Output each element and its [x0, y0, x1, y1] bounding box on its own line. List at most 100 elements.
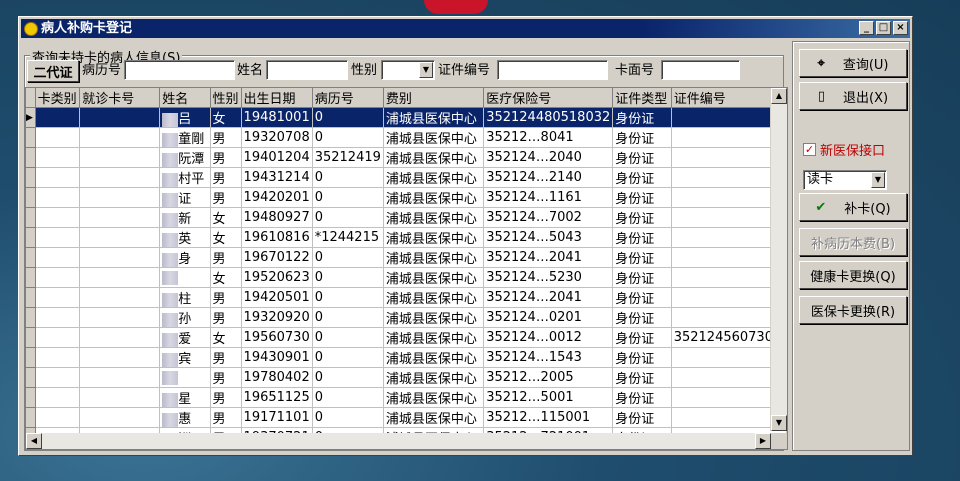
binoculars-icon: ⌖: [817, 55, 825, 71]
cell-text: 352124…0201: [486, 310, 582, 325]
exit-button[interactable]: ▯ 退出(X): [799, 82, 907, 110]
checkbox-checked-icon[interactable]: ✓: [803, 143, 816, 156]
row-indicator: [26, 127, 36, 148]
cell-text: 童剛: [178, 132, 205, 147]
column-header[interactable]: 卡类别: [35, 88, 81, 108]
query-button-label: 查询(U): [842, 57, 889, 73]
table-row[interactable]: 身 男 19670122 0 浦城县医保中心 352124…2041 身份证: [26, 247, 787, 268]
table-cell: [35, 347, 81, 368]
scroll-up-icon[interactable]: ▲: [771, 88, 787, 104]
table-cell: 英: [159, 227, 211, 248]
column-header[interactable]: 费别: [383, 88, 485, 108]
table-cell: [79, 247, 161, 268]
maximize-button[interactable]: □: [876, 21, 891, 35]
table-cell: 童剛: [159, 127, 211, 148]
gender-select[interactable]: ▼: [381, 60, 435, 80]
id-number-input[interactable]: [497, 60, 608, 80]
column-header[interactable]: 医疗保险号: [483, 88, 614, 108]
reissue-record-fee-button[interactable]: 补病历本费(B): [799, 228, 907, 256]
title-bar: 病人补购卡登记 _ □ ×: [21, 19, 910, 38]
table-row[interactable]: ▶ 吕 女 19481001 0 浦城县医保中心 352124480518032 身份证: [26, 107, 787, 128]
chevron-down-icon[interactable]: ▼: [871, 172, 885, 188]
table-cell: 身份证: [612, 387, 672, 408]
reissue-card-button[interactable]: ✔ 补卡(Q): [799, 193, 907, 221]
chevron-down-icon[interactable]: ▼: [419, 62, 433, 78]
record-label: 病历号: [82, 63, 122, 78]
insurance-card-replace-button[interactable]: 医保卡更换(R): [799, 296, 907, 324]
exit-button-label: 退出(X): [843, 90, 889, 106]
table-cell: 女: [210, 267, 242, 288]
table-cell: [35, 267, 81, 288]
table-row[interactable]: 英 女 19610816 *1244215 浦城县医保中心 352124…5043 身份证: [26, 227, 787, 248]
scroll-right-icon[interactable]: ▶: [755, 433, 771, 449]
table-row[interactable]: 新 女 19480927 0 浦城县医保中心 352124…7002 身份证: [26, 207, 787, 228]
patient-table[interactable]: 卡类别 就诊卡号 姓名 性别 出生日期 病历号 费别 医疗保险号 证件类型 证件编号 ▶ 吕女 194…: [25, 87, 788, 450]
column-header[interactable]: 性别: [210, 88, 242, 108]
table-cell: *1244215: [312, 227, 384, 248]
table-row[interactable]: 宾 男 19430901 0 浦城县医保中心 352124…1543 身份证: [26, 347, 787, 368]
scroll-left-icon[interactable]: ◀: [26, 433, 42, 449]
table-cell: 352124…2040: [483, 147, 614, 168]
name-input[interactable]: [266, 60, 348, 80]
cell-text: 孙: [178, 312, 192, 327]
new-insurance-checkbox[interactable]: ✓ 新医保接口: [803, 140, 885, 159]
table-cell: 35212…8041: [483, 127, 614, 148]
redacted-mask: [162, 312, 179, 327]
table-row[interactable]: 柱 男 19420501 0 浦城县医保中心 352124…2041 身份证: [26, 287, 787, 308]
query-button[interactable]: ⌖ 查询(U): [799, 49, 907, 77]
cell-text: 352124…5043: [486, 230, 582, 245]
table-cell: 0: [312, 187, 384, 208]
table-row[interactable]: 爱女 19560730 0 浦城县医保中心 352124…0012 身份证 35212456…: [26, 327, 787, 348]
reissue-card-label: 补卡(Q): [844, 201, 891, 217]
cell-text: 352124…1543: [486, 350, 582, 365]
record-input[interactable]: [124, 60, 235, 80]
health-card-replace-button[interactable]: 健康卡更换(Q): [799, 261, 907, 289]
table-cell: 浦城县医保中心: [383, 267, 485, 288]
table-cell: 352124…2041: [483, 287, 614, 308]
cell-text: 新: [178, 212, 192, 227]
table-cell: 浦城县医保中心: [383, 187, 485, 208]
read-mode-select[interactable]: 读卡 ▼: [803, 170, 887, 190]
column-header[interactable]: 就诊卡号: [79, 88, 161, 108]
table-cell: 19431214: [241, 167, 313, 188]
table-cell: 男: [210, 367, 242, 388]
row-indicator: [26, 207, 36, 228]
table-cell: 男: [210, 167, 242, 188]
minimize-button[interactable]: _: [859, 21, 874, 35]
table-cell: [79, 227, 161, 248]
cell-text: 352124…7002: [486, 210, 582, 225]
table-row[interactable]: 女 19520623 0 浦城县医保中心 352124…5230 身份证: [26, 267, 787, 288]
cell-text: 证: [178, 192, 192, 207]
card-number-input[interactable]: [661, 60, 740, 80]
table-cell: [35, 247, 81, 268]
vertical-scrollbar[interactable]: ▲ ▼: [770, 88, 787, 431]
table-cell: 352124…5043: [483, 227, 614, 248]
table-row[interactable]: 阮潭男 19401204 35212419 浦城县医保中心 352124…2040 身份证: [26, 147, 787, 168]
table-cell: 惠: [159, 407, 211, 428]
table-row[interactable]: 星 男 19651125 0 浦城县医保中心 35212…5001 身份证: [26, 387, 787, 408]
table-row[interactable]: 村平男 19431214 0 浦城县医保中心 352124…2140 身份证: [26, 167, 787, 188]
table-cell: 19670122: [241, 247, 313, 268]
column-header[interactable]: 证件类型: [612, 88, 672, 108]
table-row[interactable]: 惠 男 19171101 0 浦城县医保中心 35212…115001 身份证: [26, 407, 787, 428]
table-row[interactable]: 证 男 19420201 0 浦城县医保中心 352124…1161 身份证: [26, 187, 787, 208]
id-card-mode-button[interactable]: 二代证: [27, 60, 79, 82]
table-cell: 19401204: [241, 147, 313, 168]
card-number-label: 卡面号: [615, 63, 655, 78]
table-cell: 男: [210, 247, 242, 268]
table-row[interactable]: 孙 男 19320920 0 浦城县医保中心 352124…0201 身份证: [26, 307, 787, 328]
table-row[interactable]: 童剛男 19320708 0 浦城县医保中心 35212…8041 身份证: [26, 127, 787, 148]
column-header[interactable]: 姓名: [159, 88, 211, 108]
column-header[interactable]: 出生日期: [241, 88, 313, 108]
gender-label: 性别: [351, 63, 378, 78]
table-cell: 男: [210, 127, 242, 148]
close-button[interactable]: ×: [893, 21, 908, 35]
horizontal-scrollbar[interactable]: ◀ ▶: [26, 433, 771, 449]
scroll-down-icon[interactable]: ▼: [771, 415, 787, 431]
table-cell: [35, 187, 81, 208]
column-header[interactable]: 病历号: [312, 88, 384, 108]
table-cell: 19520623: [241, 267, 313, 288]
table-cell: 村平: [159, 167, 211, 188]
table-cell: 19320920: [241, 307, 313, 328]
table-row[interactable]: 男 19780402 0 浦城县医保中心 35212…2005 身份证: [26, 367, 787, 388]
